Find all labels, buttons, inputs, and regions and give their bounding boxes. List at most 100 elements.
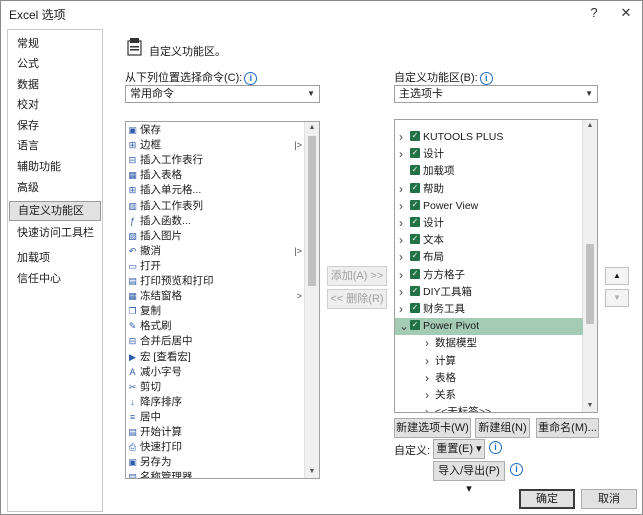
ribbon-group-item[interactable]: › 表格: [395, 370, 583, 387]
command-item[interactable]: ▭ 打开: [126, 259, 304, 274]
rename-button[interactable]: 重命名(M)...: [536, 418, 599, 438]
command-item[interactable]: ▤ 名称管理器: [126, 470, 304, 478]
command-item[interactable]: ▤ 开始计算: [126, 425, 304, 440]
checkbox-checked-icon[interactable]: ✓: [410, 217, 420, 227]
help-button[interactable]: ?: [583, 4, 605, 22]
ribbon-tab-item[interactable]: › ✓ 财务工具: [395, 301, 583, 318]
command-item[interactable]: ≡ 居中: [126, 410, 304, 425]
ribbon-tab-item[interactable]: › ✓ DIY工具箱: [395, 284, 583, 301]
command-item[interactable]: ▶ 宏 [查看宏]: [126, 350, 304, 365]
scroll-up-icon[interactable]: ▲: [305, 122, 319, 134]
command-item[interactable]: ❐ 复制: [126, 304, 304, 319]
ribbon-tab-item[interactable]: › ✓ 设计: [395, 146, 583, 163]
command-item[interactable]: ⊟ 合并后居中: [126, 334, 304, 349]
checkbox-checked-icon[interactable]: ✓: [410, 148, 420, 159]
checkbox-checked-icon[interactable]: ✓: [410, 234, 420, 245]
ribbon-tabs-tree[interactable]: ▲ ▼ › ✓ KUTOOLS PLUS › ✓ 设计 ✓ 加载项 › ✓ 帮助 › ✓ Power Vi…: [394, 119, 598, 413]
nav-item[interactable]: 高级: [9, 178, 101, 198]
scroll-down-icon[interactable]: ▼: [305, 466, 319, 478]
expand-icon[interactable]: ›: [399, 267, 403, 284]
collapse-icon[interactable]: ⌄: [399, 318, 409, 335]
tabs-scrollbar[interactable]: ▲ ▼: [582, 120, 597, 412]
expand-icon[interactable]: ›: [399, 284, 403, 301]
nav-item[interactable]: 保存: [9, 116, 101, 136]
nav-item[interactable]: 语言: [9, 136, 101, 156]
reset-button[interactable]: 重置(E) ▾: [433, 439, 485, 459]
expand-icon[interactable]: ›: [425, 387, 429, 404]
scroll-up-icon[interactable]: ▲: [583, 120, 597, 132]
checkbox-checked-icon[interactable]: ✓: [410, 165, 420, 176]
cancel-button[interactable]: 取消: [581, 489, 637, 509]
ribbon-tab-item[interactable]: ✓ 加载项: [395, 163, 583, 180]
command-item[interactable]: ▣ 另存为: [126, 455, 304, 470]
ribbon-group-item[interactable]: › <<无标签>>: [395, 404, 583, 412]
expand-icon[interactable]: ›: [425, 404, 429, 412]
new-tab-button[interactable]: 新建选项卡(W): [394, 418, 471, 438]
expand-icon[interactable]: ›: [399, 301, 403, 318]
command-item[interactable]: ↶ 撤消 |>: [126, 244, 304, 259]
checkbox-checked-icon[interactable]: ✓: [410, 182, 420, 193]
command-item[interactable]: ▤ 打印预览和打印: [126, 274, 304, 289]
move-up-button[interactable]: ▲: [605, 267, 629, 285]
move-down-button[interactable]: ▼: [605, 289, 629, 307]
scroll-down-icon[interactable]: ▼: [583, 400, 597, 412]
expand-icon[interactable]: ›: [399, 249, 403, 266]
command-item[interactable]: ⊞ 插入单元格...: [126, 183, 304, 198]
nav-item[interactable]: 快速访问工具栏: [9, 223, 101, 243]
command-item[interactable]: ▣ 保存: [126, 123, 304, 138]
ribbon-tab-item[interactable]: › ✓ 帮助: [395, 181, 583, 198]
expand-icon[interactable]: ›: [399, 232, 403, 249]
command-item[interactable]: A 减小字号: [126, 365, 304, 380]
add-button[interactable]: 添加(A) >>: [327, 266, 387, 286]
customize-ribbon-combo[interactable]: 主选项卡 ▼: [394, 85, 598, 103]
new-group-button[interactable]: 新建组(N): [475, 418, 530, 438]
nav-item[interactable]: 公式: [9, 54, 101, 74]
expand-icon[interactable]: ›: [399, 181, 403, 198]
command-item[interactable]: ⎙ 快速打印: [126, 440, 304, 455]
checkbox-checked-icon[interactable]: ✓: [410, 285, 420, 296]
expand-icon[interactable]: ›: [399, 129, 403, 146]
ribbon-group-item[interactable]: › 数据模型: [395, 335, 583, 352]
command-item[interactable]: ▦ 插入表格: [126, 168, 304, 183]
nav-item[interactable]: 校对: [9, 95, 101, 115]
command-item[interactable]: ⊞ 边框 |>: [126, 138, 304, 153]
choose-commands-combo[interactable]: 常用命令 ▼: [125, 85, 320, 103]
command-item[interactable]: ✎ 格式刷: [126, 319, 304, 334]
close-button[interactable]: ✕: [615, 4, 637, 22]
command-item[interactable]: ↓ 降序排序: [126, 395, 304, 410]
nav-item[interactable]: 数据: [9, 75, 101, 95]
remove-button[interactable]: << 删除(R): [327, 289, 387, 309]
expand-icon[interactable]: ›: [399, 146, 403, 163]
ribbon-tab-item[interactable]: › ✓ KUTOOLS PLUS: [395, 129, 583, 146]
command-item[interactable]: ▦ 冻结窗格 >: [126, 289, 304, 304]
command-item[interactable]: ⊟ 插入工作表行: [126, 153, 304, 168]
expand-icon[interactable]: ›: [425, 370, 429, 387]
expand-icon[interactable]: ›: [425, 335, 429, 352]
nav-item[interactable]: 信任中心: [9, 269, 101, 289]
ribbon-tab-item[interactable]: › ✓ 设计: [395, 215, 583, 232]
ribbon-tab-item[interactable]: ⌄ ✓ Power Pivot: [395, 318, 583, 336]
expand-icon[interactable]: ›: [425, 353, 429, 370]
expand-icon[interactable]: ›: [399, 215, 403, 232]
commands-list[interactable]: ▲ ▼ ▣ 保存 ⊞ 边框 |> ⊟ 插入工作表行 ▦ 插入表格 ⊞ 插入单元格... ▥ 插入工作表列…: [125, 121, 320, 479]
command-item[interactable]: ▥ 插入工作表列: [126, 199, 304, 214]
command-item[interactable]: ✂ 剪切: [126, 380, 304, 395]
nav-item[interactable]: 自定义功能区: [9, 201, 101, 221]
expand-icon[interactable]: ›: [399, 198, 403, 215]
checkbox-checked-icon[interactable]: ✓: [410, 268, 420, 279]
nav-item[interactable]: 辅助功能: [9, 157, 101, 177]
ribbon-group-item[interactable]: › 关系: [395, 387, 583, 404]
checkbox-checked-icon[interactable]: ✓: [410, 251, 420, 262]
ribbon-tab-item[interactable]: › ✓ Power View: [395, 198, 583, 215]
tabs-scroll-thumb[interactable]: [586, 244, 594, 324]
checkbox-checked-icon[interactable]: ✓: [410, 320, 420, 331]
checkbox-checked-icon[interactable]: ✓: [410, 131, 420, 141]
ribbon-tab-item[interactable]: › ✓ 方方格子: [395, 267, 583, 284]
nav-item[interactable]: 常规: [9, 34, 101, 54]
commands-scrollbar[interactable]: ▲ ▼: [304, 122, 319, 478]
checkbox-checked-icon[interactable]: ✓: [410, 199, 420, 210]
checkbox-checked-icon[interactable]: ✓: [410, 303, 420, 313]
commands-scroll-thumb[interactable]: [308, 136, 316, 286]
nav-item[interactable]: 加载项: [9, 248, 101, 268]
command-item[interactable]: ƒ 插入函数...: [126, 214, 304, 229]
